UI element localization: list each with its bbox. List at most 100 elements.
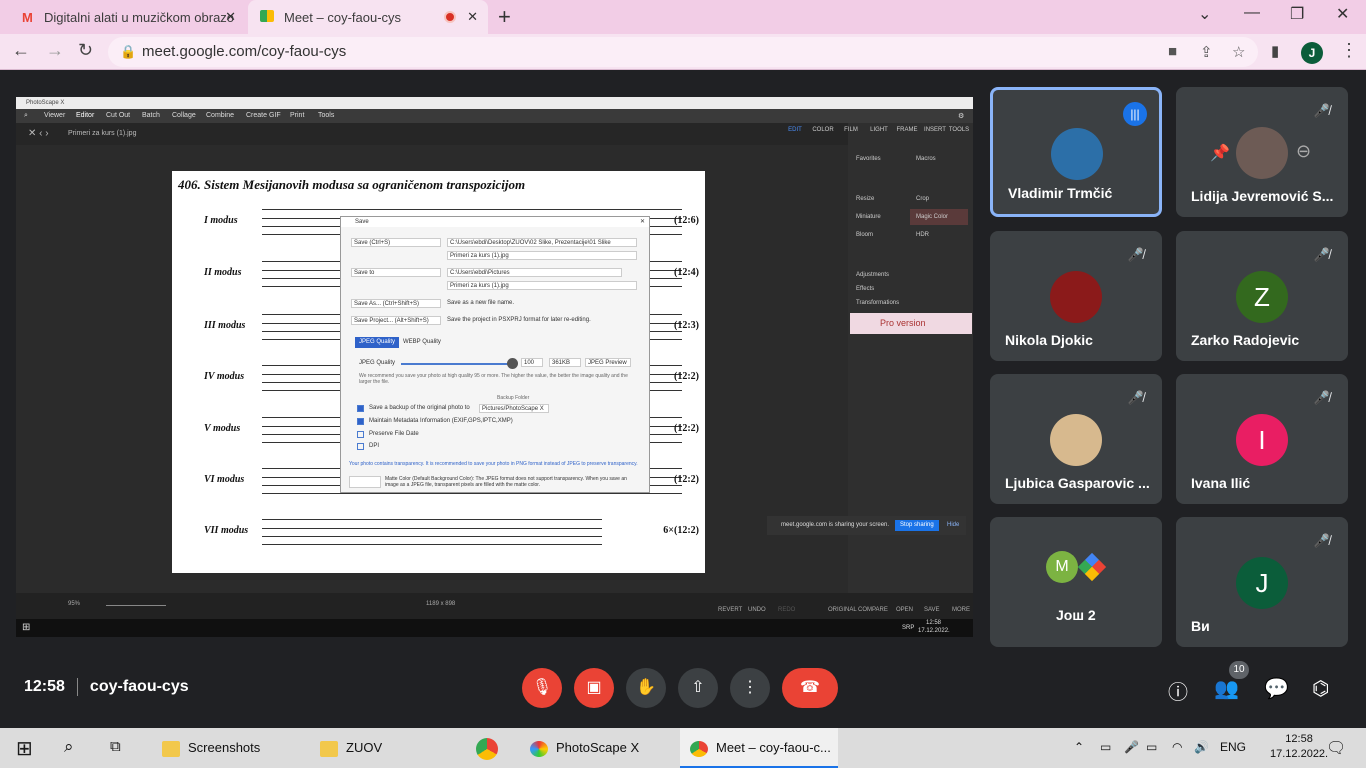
lock-icon[interactable]: 🔒	[120, 44, 136, 60]
taskbar-photoscape[interactable]: PhotoScape X	[524, 728, 670, 768]
quality-value[interactable]: 100	[521, 358, 543, 367]
ps-tool-light[interactable]: LIGHT	[866, 127, 892, 133]
leave-call-button[interactable]: ☎	[782, 668, 838, 708]
close-window-button[interactable]: ✕	[1336, 4, 1349, 24]
ps-original[interactable]: ORIGINAL	[828, 607, 857, 613]
maximize-button[interactable]: ❐	[1290, 4, 1304, 24]
chat-icon[interactable]: 💬	[1264, 676, 1289, 701]
ps-compare[interactable]: COMPARE	[858, 607, 888, 613]
ps-menu-print[interactable]: Print	[290, 112, 304, 119]
ps-redo[interactable]: REDO	[778, 607, 795, 613]
dpi-checkbox[interactable]	[357, 443, 364, 450]
participant-tile[interactable]: 🎤̸ Ljubica Gasparovic ...	[990, 374, 1162, 504]
taskbar-clock[interactable]: 12:58 17.12.2022.	[1270, 732, 1328, 762]
windows-start-icon[interactable]: ⊞	[16, 736, 33, 761]
tab-gmail[interactable]: M Digitalni alati u muzičkom obrazo ✕	[22, 0, 246, 34]
ps-miniature[interactable]: Miniature	[850, 209, 908, 225]
address-bar[interactable]: 🔒 meet.google.com/coy-faou-cys ■ ⇪ ☆	[108, 37, 1258, 67]
participant-tile[interactable]: ||| Vladimir Trmčić	[990, 87, 1162, 217]
hide-sharing-bar-link[interactable]: Hide	[947, 516, 959, 535]
backup-checkbox[interactable]	[357, 405, 364, 412]
ps-resize[interactable]: Resize	[850, 191, 908, 207]
activities-icon[interactable]: ⌬	[1312, 676, 1329, 701]
ps-menu-collage[interactable]: Collage	[172, 112, 196, 119]
participant-tile[interactable]: I 🎤̸ Ivana Ilić	[1176, 374, 1348, 504]
minimize-button[interactable]: —	[1244, 4, 1260, 22]
ps-hdr[interactable]: HDR	[910, 227, 968, 243]
save-to-path[interactable]: C:\Users\ebdi\Pictures	[447, 268, 622, 277]
close-tab-icon[interactable]: ✕	[467, 9, 478, 25]
pin-icon[interactable]: 📌	[1210, 143, 1230, 163]
preserve-date-checkbox[interactable]	[357, 431, 364, 438]
ps-undo[interactable]: UNDO	[748, 607, 766, 613]
ps-tool-edit[interactable]: EDIT	[782, 127, 808, 133]
language-indicator[interactable]: ENG	[1220, 740, 1246, 754]
tray-chevron-icon[interactable]: ⌃	[1074, 740, 1084, 754]
taskbar-chrome[interactable]	[476, 728, 506, 768]
participant-tile[interactable]: Z 🎤̸ Zarko Radojevic	[1176, 231, 1348, 361]
close-tab-icon[interactable]: ✕	[225, 9, 236, 25]
tab-webp-quality[interactable]: WEBP Quality	[399, 337, 445, 348]
taskbar-screenshots[interactable]: Screenshots	[156, 728, 302, 768]
notifications-icon[interactable]: 🗨	[1326, 738, 1346, 758]
ps-open[interactable]: OPEN	[896, 607, 913, 613]
tab-meet[interactable]: Meet – coy-faou-cys ✕	[248, 0, 488, 34]
present-button[interactable]: ⇧	[678, 668, 718, 708]
ps-menu-gif[interactable]: Create GIF	[246, 112, 281, 119]
forward-icon[interactable]: →	[46, 40, 64, 61]
wifi-icon[interactable]: ◠	[1172, 740, 1182, 754]
network-drive-icon[interactable]: ▭	[1100, 740, 1111, 754]
ps-close-icon[interactable]: ✕ ‹ ›	[28, 128, 49, 139]
ps-revert[interactable]: REVERT	[718, 607, 742, 613]
save-project-button[interactable]: Save Project... (Alt+Shift+S)	[351, 316, 441, 325]
ps-magic-color[interactable]: Magic Color	[910, 209, 968, 225]
battery-icon[interactable]: ▭	[1146, 740, 1157, 754]
ps-zoom[interactable]: 95%	[68, 601, 80, 607]
back-icon[interactable]: ←	[12, 40, 30, 61]
profile-avatar[interactable]: J	[1301, 42, 1323, 64]
menu-icon[interactable]: ⋮	[1340, 40, 1358, 61]
pro-version-banner[interactable]: Pro version	[850, 313, 972, 334]
microphone-icon[interactable]: 🎤	[1124, 740, 1139, 754]
share-icon[interactable]: ⇪	[1200, 43, 1213, 61]
new-tab-button[interactable]: +	[498, 4, 511, 30]
ps-tool-color[interactable]: COLOR	[810, 127, 836, 133]
ps-menu-viewer[interactable]: Viewer	[44, 112, 65, 119]
search-icon[interactable]: ⌕	[64, 737, 74, 757]
ps-tool-insert[interactable]: INSERT	[922, 127, 948, 133]
ps-gear-icon[interactable]: ⚙	[958, 112, 964, 120]
ps-crop[interactable]: Crop	[910, 191, 968, 207]
ps-menu-tools[interactable]: Tools	[318, 112, 334, 119]
quality-slider[interactable]	[401, 363, 511, 365]
camera-toggle-button[interactable]: ▣	[574, 668, 614, 708]
participant-tile-more[interactable]: M Још 2	[990, 517, 1162, 647]
ps-search-icon[interactable]: ⌕	[24, 112, 28, 120]
mic-toggle-button[interactable]: 🎙	[522, 668, 562, 708]
participant-tile-self[interactable]: J 🎤̸ Ви	[1176, 517, 1348, 647]
volume-icon[interactable]: 🔊	[1194, 740, 1209, 754]
task-view-icon[interactable]: ⧉	[110, 738, 121, 755]
metadata-checkbox[interactable]	[357, 418, 364, 425]
ps-favorites[interactable]: Favorites	[850, 151, 908, 167]
save-button[interactable]: Save (Ctrl+S)	[351, 238, 441, 247]
participant-tile[interactable]: 🎤̸ 📌 ⊖ Lidija Jevremović S...	[1176, 87, 1348, 217]
jpeg-preview-button[interactable]: JPEG Preview	[585, 358, 631, 367]
ps-tool-frame[interactable]: FRAME	[894, 127, 920, 133]
ps-tool-film[interactable]: FILM	[838, 127, 864, 133]
ps-more[interactable]: MORE	[952, 607, 970, 613]
meeting-details-icon[interactable]: ⓘ	[1168, 676, 1188, 705]
ps-menu-cutout[interactable]: Cut Out	[106, 112, 130, 119]
backup-path[interactable]: Pictures/PhotoScape X	[479, 404, 549, 413]
save-to-button[interactable]: Save to	[351, 268, 441, 277]
ps-bloom[interactable]: Bloom	[850, 227, 908, 243]
raise-hand-button[interactable]: ✋	[626, 668, 666, 708]
sidepanel-icon[interactable]: ▮	[1271, 42, 1279, 60]
remove-icon[interactable]: ⊖	[1296, 141, 1311, 162]
more-options-button[interactable]: ⋮	[730, 668, 770, 708]
ps-menu-combine[interactable]: Combine	[206, 112, 234, 119]
taskbar-zuov[interactable]: ZUOV	[312, 728, 458, 768]
ps-menu-editor[interactable]: Editor	[76, 112, 94, 119]
ps-macros[interactable]: Macros	[910, 151, 968, 167]
ps-zoom-slider[interactable]	[106, 605, 166, 606]
close-dialog-icon[interactable]: ✕	[640, 218, 645, 225]
